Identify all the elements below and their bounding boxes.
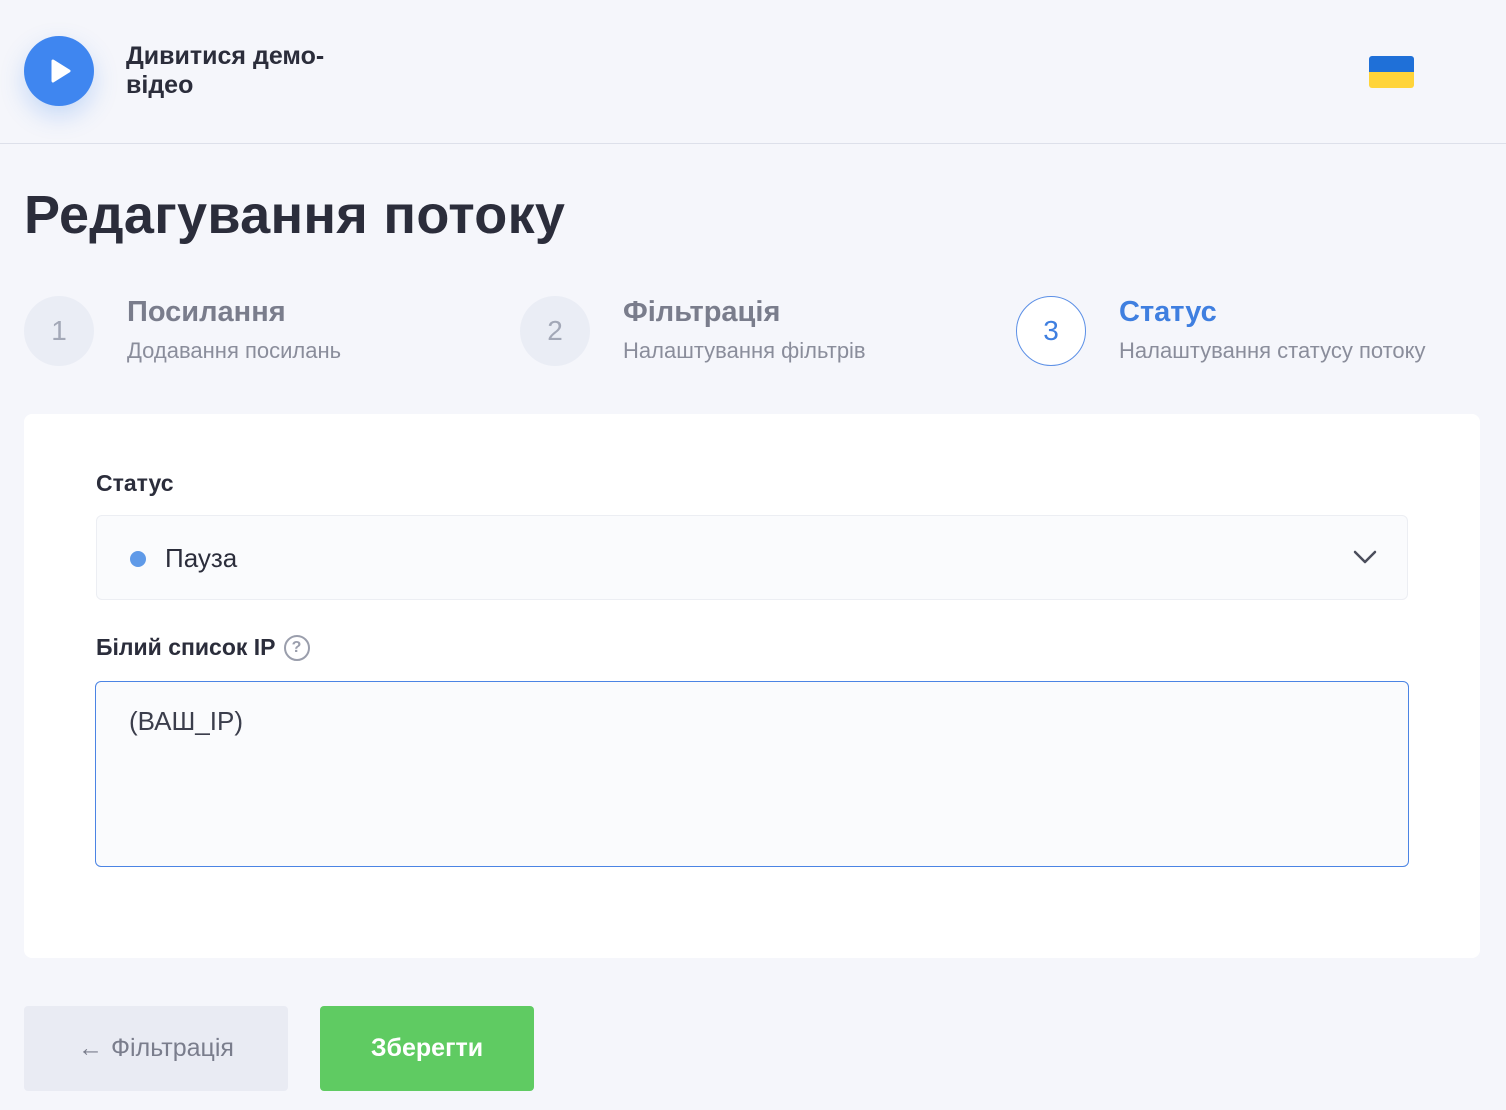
ip-whitelist-textarea[interactable]: (ВАШ_IP) [95, 681, 1409, 867]
back-to-filtering-button[interactable]: ← Фільтрація [24, 1006, 288, 1091]
ua-flag-icon[interactable] [1369, 56, 1414, 88]
status-select[interactable]: Пауза [96, 515, 1408, 600]
step-number: 3 [1016, 296, 1086, 366]
demo-video-link[interactable]: Дивитися демо-відео [126, 42, 346, 100]
step-title: Статус [1119, 296, 1217, 328]
arrow-left-icon: ← [78, 1034, 104, 1062]
play-demo-button[interactable] [24, 36, 94, 106]
step-subtitle: Додавання посилань [127, 338, 342, 363]
save-button[interactable]: Зберегти [320, 1006, 534, 1091]
status-select-value: Пауза [165, 543, 238, 573]
step-title: Посилання [127, 296, 286, 328]
status-settings-card: Статус Пауза Білий список IP ? (ВАШ_IP) [24, 414, 1480, 958]
step-number: 1 [24, 296, 94, 366]
status-dot [130, 551, 146, 567]
step-number: 2 [520, 296, 590, 366]
step-filtering[interactable]: 2 Фільтрація Налаштування фільтрів [520, 296, 980, 368]
step-subtitle: Налаштування фільтрів [623, 338, 866, 363]
back-button-label: Фільтрація [111, 1034, 234, 1062]
top-bar: Дивитися демо-відео [0, 0, 1506, 144]
play-icon [51, 59, 71, 83]
ip-whitelist-label: Білий список IP ? [96, 634, 310, 661]
step-status[interactable]: 3 Статус Налаштування статусу потоку [1016, 296, 1476, 368]
help-icon[interactable]: ? [283, 634, 310, 661]
status-label: Статус [96, 470, 174, 496]
step-title: Фільтрація [623, 296, 781, 328]
step-links[interactable]: 1 Посилання Додавання посилань [24, 296, 484, 368]
chevron-down-icon [1353, 550, 1377, 564]
page-title: Редагування потоку [24, 185, 566, 245]
step-subtitle: Налаштування статусу потоку [1119, 338, 1426, 363]
